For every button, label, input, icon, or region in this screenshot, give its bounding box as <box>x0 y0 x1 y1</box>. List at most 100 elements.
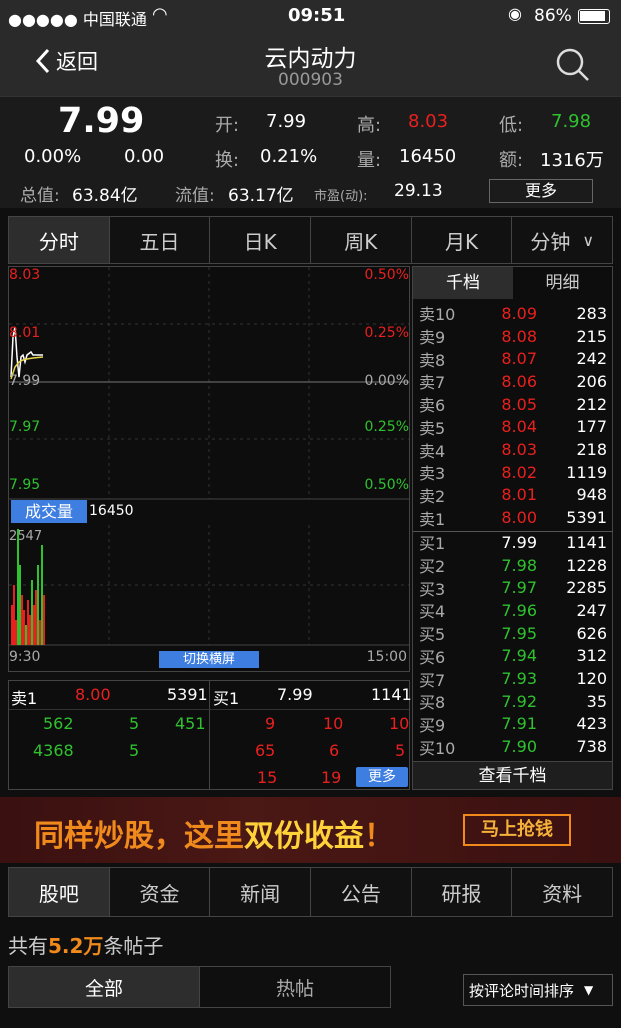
market-cap-label: 总值: <box>20 186 60 206</box>
tab-all-posts[interactable]: 全部 <box>9 967 200 1007</box>
ask-level-label: 卖4 <box>419 441 446 461</box>
bid-volume: 120 <box>576 669 607 689</box>
ask-volume: 5391 <box>566 508 607 528</box>
tab-hot-posts[interactable]: 热帖 <box>200 967 390 1007</box>
tab-detail[interactable]: 明细 <box>513 267 612 299</box>
grab-money-button[interactable]: 马上抢钱 <box>463 814 571 846</box>
stock-code: 000903 <box>278 70 343 90</box>
bid-level-label: 买4 <box>419 602 446 622</box>
order-book: 千档 明细 卖10 8.09 283 卖9 8.08 215 卖8 8.07 242 卖7 8.06… <box>412 266 613 790</box>
ask-level-label: 卖2 <box>419 486 446 506</box>
ask-level-label: 卖10 <box>419 305 456 325</box>
bid-volume: 312 <box>576 646 607 666</box>
tab-daily-k[interactable]: 日K <box>210 217 312 263</box>
promo-banner[interactable]: 同样炒股，这里双份收益！ 马上抢钱 <box>0 797 621 863</box>
bid-row: 买5 7.95 626 <box>413 622 613 645</box>
nav-bar: 返回 云内动力 000903 <box>0 34 621 96</box>
ask-level-label: 卖9 <box>419 328 446 348</box>
ask-row: 卖6 8.05 212 <box>413 393 613 416</box>
pct-label-lower: 0.25% <box>364 419 409 435</box>
post-count-suffix: 条帖子 <box>103 934 164 958</box>
tab-depth[interactable]: 千档 <box>413 267 513 299</box>
chart-grid <box>9 267 409 646</box>
bid-row: 买7 7.93 120 <box>413 667 613 690</box>
banner-text-part1: 同样炒股，这里 <box>34 819 244 854</box>
ask-volume: 177 <box>576 417 607 437</box>
ask-volume: 215 <box>576 326 607 346</box>
landscape-toggle-button[interactable]: 切换横屏 <box>159 651 259 668</box>
bid-volume: 738 <box>576 737 607 757</box>
post-count: 共有5.2万条帖子 <box>8 930 163 959</box>
ask-volume: 218 <box>576 440 607 460</box>
tab-minute[interactable]: 分钟 ∨ <box>512 217 612 263</box>
tab-forum[interactable]: 股吧 <box>9 868 110 916</box>
period-tabs: 分时 五日 日K 周K 月K 分钟 ∨ <box>8 216 613 264</box>
trade-cell: 5 <box>129 714 140 733</box>
trade-more-button[interactable]: 更多 <box>356 767 408 787</box>
tab-five-day[interactable]: 五日 <box>110 217 211 263</box>
bid-row: 买4 7.96 247 <box>413 599 613 622</box>
post-filter-tabs: 全部 热帖 <box>8 966 391 1008</box>
bid-level-label: 买10 <box>419 738 456 758</box>
pe-label: 市盈(动): <box>314 189 368 204</box>
high-value: 8.03 <box>408 111 449 132</box>
ask-level-label: 卖7 <box>419 373 446 393</box>
tab-announcements[interactable]: 公告 <box>311 868 412 916</box>
bid-level-label: 买3 <box>419 579 446 599</box>
post-count-prefix: 共有 <box>8 934 48 958</box>
banner-headline: 同样炒股，这里双份收益！ <box>34 811 394 855</box>
bid-volume: 1228 <box>566 555 607 575</box>
tab-intraday[interactable]: 分时 <box>9 217 110 263</box>
bid-price: 7.95 <box>501 623 537 643</box>
trade-cell: 15 <box>257 768 278 787</box>
status-bar: ●●●●● 中国联通 ◠ 09:51 ◉ 86% <box>0 0 621 34</box>
search-icon[interactable] <box>554 46 592 84</box>
buy1-label: 买1 <box>213 689 240 708</box>
bid-level-label: 买2 <box>419 557 446 577</box>
turnover-label: 换: <box>215 150 240 171</box>
view-depth-button[interactable]: 查看千档 <box>413 761 612 789</box>
tab-monthly-k[interactable]: 月K <box>412 217 513 263</box>
bid-price: 7.97 <box>501 578 537 598</box>
trade-cell: 5 <box>129 741 140 760</box>
sort-dropdown[interactable]: 按评论时间排序 ▼ <box>463 974 613 1006</box>
bid-price: 7.93 <box>501 669 537 689</box>
tab-news[interactable]: 新闻 <box>210 868 312 916</box>
bid-row: 买3 7.97 2285 <box>413 576 613 599</box>
amount-value: 1316万 <box>540 150 604 171</box>
bid-price: 7.91 <box>501 714 537 734</box>
pct-label-bottom: 0.50% <box>364 477 409 493</box>
low-label: 低: <box>499 115 524 136</box>
bid-level-label: 买7 <box>419 670 446 690</box>
trade-cell: 4368 <box>33 741 74 760</box>
open-value: 7.99 <box>266 111 307 132</box>
ask-price: 8.06 <box>501 371 537 391</box>
ask-row: 卖10 8.09 283 <box>413 302 613 325</box>
tab-funds[interactable]: 资金 <box>110 868 211 916</box>
volume-button[interactable]: 成交量 <box>11 500 87 523</box>
bid-row: 买1 7.99 1141 <box>413 531 613 554</box>
trade-cell: 65 <box>255 741 276 760</box>
more-button[interactable]: 更多 <box>489 179 593 203</box>
tab-weekly-k[interactable]: 周K <box>311 217 412 263</box>
buy1-price: 7.99 <box>277 685 313 704</box>
tab-profile[interactable]: 资料 <box>512 868 612 916</box>
sell1-label: 卖1 <box>11 689 38 708</box>
y-label-top: 8.03 <box>9 267 41 283</box>
ask-price: 8.08 <box>501 326 537 346</box>
ask-level-label: 卖6 <box>419 396 446 416</box>
amount-label: 额: <box>499 150 524 171</box>
trade-detail-panel: 卖1 8.00 5391 买1 7.99 1141 562 5 451 4368… <box>8 680 412 790</box>
ask-level-label: 卖3 <box>419 464 446 484</box>
chevron-down-icon: ∨ <box>582 230 595 250</box>
ask-price: 8.09 <box>501 303 537 323</box>
ask-row: 卖5 8.04 177 <box>413 416 613 439</box>
pct-label-mid: 0.00% <box>364 373 409 389</box>
bid-row: 买2 7.98 1228 <box>413 554 613 577</box>
ask-list: 卖10 8.09 283 卖9 8.08 215 卖8 8.07 242 卖7 8.06 206 卖6 8… <box>413 302 613 530</box>
ask-level-label: 卖1 <box>419 509 446 529</box>
trade-cell: 6 <box>329 741 340 760</box>
tab-research[interactable]: 研报 <box>412 868 513 916</box>
ask-row: 卖2 8.01 948 <box>413 484 613 507</box>
quote-panel: 7.99 0.00% 0.00 开: 7.99 高: 8.03 低: 7.98 … <box>0 96 621 208</box>
